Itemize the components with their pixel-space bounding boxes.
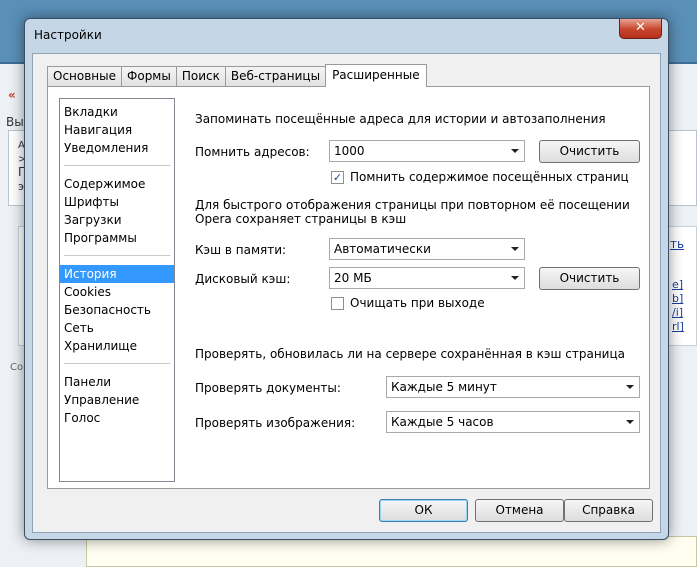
- title-bar[interactable]: Настройки ✕: [25, 19, 668, 53]
- checkmark-icon: ✓: [332, 171, 343, 184]
- remember-addresses-value: 1000: [334, 144, 365, 158]
- check-images-select[interactable]: Каждые 5 часов: [386, 411, 640, 433]
- advanced-panel: Вкладки Навигация Уведомления Содержимое…: [47, 86, 650, 489]
- sidebar-divider: [64, 165, 170, 166]
- remember-addresses-label: Помнить адресов:: [195, 145, 310, 159]
- clear-cache-button[interactable]: Очистить: [539, 267, 640, 290]
- tab-strip: Основные Формы Поиск Веб-страницы Расшир…: [47, 64, 427, 87]
- history-section-title: Запоминать посещённые адреса для истории…: [195, 112, 606, 126]
- remember-content-checkbox[interactable]: ✓: [331, 171, 344, 184]
- remember-content-label: Помнить содержимое посещённых страниц: [350, 170, 629, 184]
- window-title: Настройки: [34, 28, 102, 42]
- cache-info-line2: Opera сохраняет страницы в кэш: [195, 212, 407, 226]
- check-images-label: Проверять изображения:: [195, 416, 356, 430]
- sidebar-item-security[interactable]: Безопасность: [60, 301, 174, 319]
- background-link[interactable]: е]: [672, 278, 683, 291]
- chevron-down-icon: [626, 385, 634, 389]
- sidebar-item-shortcuts[interactable]: Управление: [60, 391, 174, 409]
- clear-on-exit-label: Очищать при выходе: [350, 296, 485, 310]
- close-icon: ✕: [635, 20, 646, 35]
- background-text: «: [8, 88, 16, 102]
- chevron-down-icon: [511, 149, 519, 153]
- check-documents-value: Каждые 5 минут: [391, 380, 497, 394]
- check-documents-select[interactable]: Каждые 5 минут: [386, 376, 640, 398]
- chevron-down-icon: [511, 247, 519, 251]
- sidebar-item-network[interactable]: Сеть: [60, 319, 174, 337]
- chevron-down-icon: [626, 420, 634, 424]
- tab-search[interactable]: Поиск: [175, 66, 226, 86]
- remember-addresses-select[interactable]: 1000: [329, 140, 525, 162]
- check-images-value: Каждые 5 часов: [391, 415, 494, 429]
- clear-history-button[interactable]: Очистить: [539, 140, 640, 163]
- memory-cache-value: Автоматически: [334, 242, 431, 256]
- clear-on-exit-checkbox[interactable]: [331, 297, 344, 310]
- settings-dialog: Настройки ✕ Основные Формы Поиск Веб-стр…: [24, 18, 669, 540]
- sidebar-item-downloads[interactable]: Загрузки: [60, 211, 174, 229]
- disk-cache-select[interactable]: 20 МБ: [329, 267, 525, 289]
- background-link[interactable]: ть: [670, 237, 684, 251]
- check-documents-label: Проверять документы:: [195, 381, 341, 395]
- close-button[interactable]: ✕: [619, 19, 662, 39]
- sidebar-item-tabs[interactable]: Вкладки: [60, 103, 174, 121]
- tab-webpages[interactable]: Веб-страницы: [224, 66, 327, 86]
- sidebar-item-storage[interactable]: Хранилище: [60, 337, 174, 355]
- ok-button[interactable]: ОК: [379, 499, 468, 522]
- sidebar-divider: [64, 255, 170, 256]
- chevron-down-icon: [511, 276, 519, 280]
- disk-cache-value: 20 МБ: [334, 271, 372, 285]
- cancel-button[interactable]: Отмена: [475, 499, 564, 522]
- help-button[interactable]: Справка: [564, 499, 653, 522]
- sidebar-item-fonts[interactable]: Шрифты: [60, 193, 174, 211]
- background-text: Вы: [6, 115, 24, 129]
- sidebar-item-toolbars[interactable]: Панели: [60, 373, 174, 391]
- background-link[interactable]: rl]: [672, 320, 684, 333]
- disk-cache-label: Дисковый кэш:: [195, 272, 291, 286]
- tab-forms[interactable]: Формы: [121, 66, 177, 86]
- dialog-client-area: Основные Формы Поиск Веб-страницы Расшир…: [32, 53, 661, 533]
- check-section-title: Проверять, обновилась ли на сервере сохр…: [195, 347, 625, 361]
- sidebar-item-history[interactable]: История: [60, 265, 174, 283]
- memory-cache-label: Кэш в памяти:: [195, 243, 287, 257]
- background-link[interactable]: /i]: [672, 306, 683, 319]
- cache-info-line1: Для быстрого отображения страницы при по…: [195, 198, 630, 212]
- sidebar-item-navigation[interactable]: Навигация: [60, 121, 174, 139]
- tab-general[interactable]: Основные: [47, 66, 123, 86]
- sidebar-item-notifications[interactable]: Уведомления: [60, 139, 174, 157]
- background-box: [86, 536, 697, 567]
- sidebar-item-cookies[interactable]: Cookies: [60, 283, 174, 301]
- tab-advanced[interactable]: Расширенные: [325, 64, 427, 87]
- sidebar-divider: [64, 363, 170, 364]
- memory-cache-select[interactable]: Автоматически: [329, 238, 525, 260]
- background-text: Со: [10, 362, 24, 373]
- background-link[interactable]: b]: [672, 292, 683, 305]
- sidebar-item-content[interactable]: Содержимое: [60, 175, 174, 193]
- category-list: Вкладки Навигация Уведомления Содержимое…: [59, 98, 175, 482]
- sidebar-item-programs[interactable]: Программы: [60, 229, 174, 247]
- sidebar-item-voice[interactable]: Голос: [60, 409, 174, 427]
